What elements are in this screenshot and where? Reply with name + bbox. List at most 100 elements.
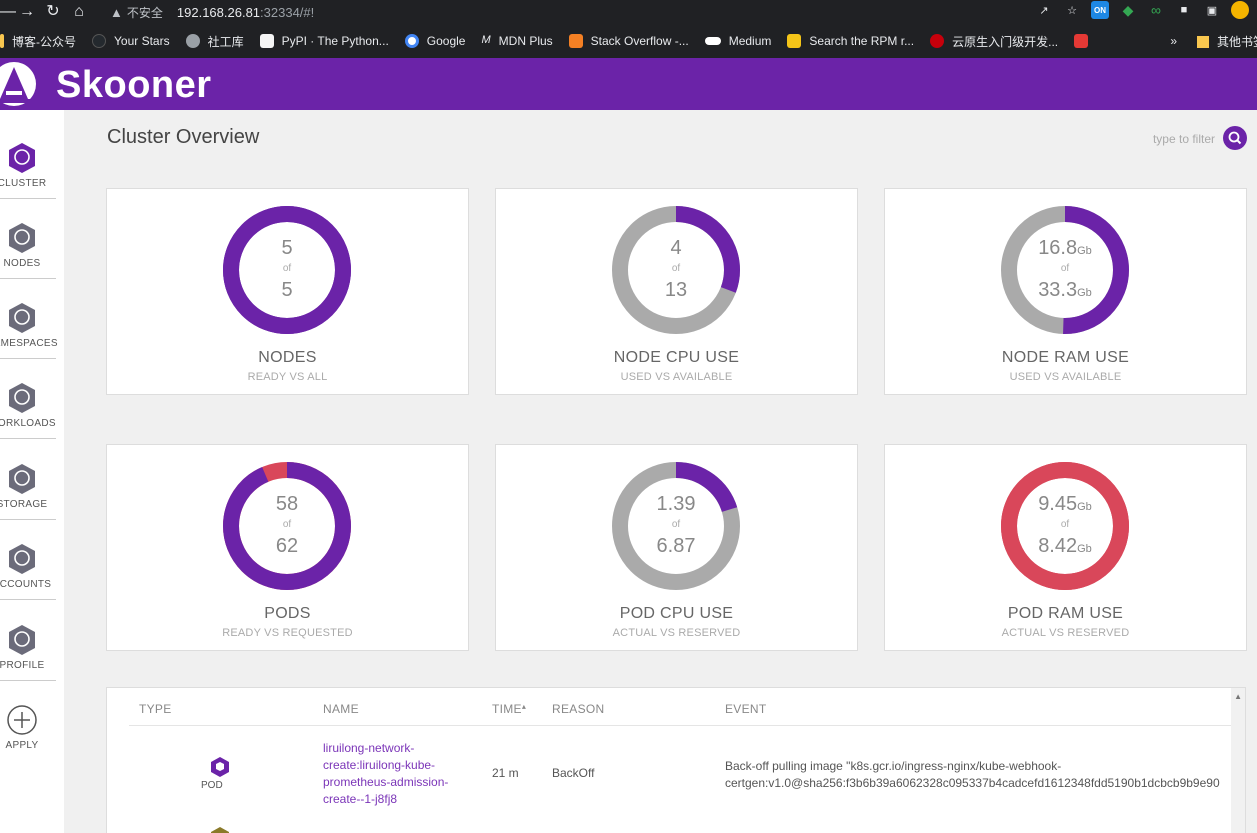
storage-icon bbox=[9, 464, 35, 494]
column-header-event[interactable]: EVENT bbox=[725, 702, 767, 716]
sidebar-item-namespaces[interactable]: NAMESPACES bbox=[0, 280, 60, 360]
bookmark-item[interactable]: 博客-公众号 bbox=[0, 33, 76, 50]
stat-card-pod-cpu-use: 1.39 of 6.87 POD CPU USE ACTUAL VS RESERVED bbox=[495, 444, 858, 651]
google-icon bbox=[404, 34, 419, 48]
main-content: Cluster Overview type to filter 5 of 5 NODE… bbox=[64, 110, 1257, 833]
scroll-up-arrow-icon[interactable]: ▲ bbox=[1234, 692, 1242, 701]
skooner-logo-icon bbox=[0, 62, 36, 106]
pod-icon bbox=[211, 757, 229, 777]
bookmark-item[interactable]: Your Stars bbox=[92, 34, 170, 48]
card-title: NODE CPU USE bbox=[613, 349, 740, 366]
sidebar-item-label: NODES bbox=[3, 258, 41, 269]
sidebar-divider bbox=[0, 358, 56, 359]
stat-card-pods: 58 of 62 PODS READY VS REQUESTED bbox=[106, 444, 469, 651]
other-bookmarks[interactable]: 其他书签 bbox=[1196, 33, 1257, 50]
bookmark-item[interactable] bbox=[1074, 34, 1096, 48]
star-icon[interactable]: ☆ bbox=[1063, 1, 1081, 19]
browser-chrome: — → ↻ ⌂ ▲ 不安全 192.168.26.81:32334/#! ↗ ☆… bbox=[0, 0, 1257, 58]
sidebar-item-apply[interactable]: APPLY bbox=[0, 682, 60, 762]
bookmark-item[interactable]: 云原生入门级开发... bbox=[930, 33, 1058, 50]
bookmark-item[interactable]: 社工库 bbox=[185, 33, 244, 50]
stat-card-node-ram-use: 16.8Gb of 33.3Gb NODE RAM USE USED VS AVAILA… bbox=[884, 188, 1247, 395]
sidebar-item-label: NAMESPACES bbox=[0, 338, 58, 349]
filter-input[interactable]: type to filter bbox=[1153, 132, 1215, 146]
sidebar-divider bbox=[0, 599, 56, 600]
sidebar-item-nodes[interactable]: NODES bbox=[0, 200, 60, 280]
donut-value: 4 bbox=[670, 237, 682, 259]
donut-center-text: 58 of 62 bbox=[222, 461, 352, 591]
event-object-link[interactable]: liruilong-network-create:liruilong-kube-… bbox=[323, 740, 473, 808]
reload-icon[interactable]: ↻ bbox=[40, 2, 66, 22]
extension-green-icon[interactable]: ◆ bbox=[1119, 1, 1137, 19]
sidebar-item-cluster[interactable]: CLUSTER bbox=[0, 120, 60, 200]
sidebar-item-label: APPLY bbox=[5, 740, 39, 751]
medium-icon bbox=[704, 37, 721, 45]
puzzle-icon[interactable]: ■ bbox=[1175, 1, 1193, 19]
profile-avatar-icon[interactable] bbox=[1231, 1, 1249, 19]
donut-value: 5 bbox=[281, 237, 293, 259]
app-name[interactable]: Skooner bbox=[56, 64, 212, 107]
events-table: TYPE NAME TIME▴ REASON EVENT POD liruilo… bbox=[106, 687, 1246, 833]
forward-arrow-icon[interactable]: → bbox=[14, 2, 40, 22]
column-header-type[interactable]: TYPE bbox=[139, 702, 172, 716]
plus-circle-icon bbox=[7, 705, 37, 735]
donut-total: 62 bbox=[275, 535, 299, 557]
bookmark-item[interactable]: M MDN Plus bbox=[481, 34, 552, 48]
deploy-icon bbox=[9, 383, 35, 413]
donut-of-label: of bbox=[1060, 519, 1070, 530]
donut-value: 58 bbox=[275, 493, 299, 515]
stackoverflow-icon bbox=[568, 34, 583, 48]
home-icon[interactable]: ⌂ bbox=[66, 2, 92, 22]
bookmark-icon bbox=[0, 34, 4, 48]
event-reason: BackOff bbox=[552, 766, 595, 780]
search-button[interactable] bbox=[1223, 126, 1247, 150]
column-header-reason[interactable]: REASON bbox=[552, 702, 604, 716]
node-icon bbox=[9, 223, 35, 253]
share-icon[interactable]: ↗ bbox=[1035, 1, 1053, 19]
donut-value: 1.39 bbox=[656, 493, 696, 515]
card-title: PODS bbox=[264, 605, 311, 622]
column-header-time[interactable]: TIME▴ bbox=[492, 702, 526, 716]
on-extension-icon[interactable]: ON bbox=[1091, 1, 1109, 19]
sidebar-divider bbox=[0, 278, 56, 279]
sidebar-item-label: ACCOUNTS bbox=[0, 579, 52, 590]
donut-total: 5 bbox=[281, 279, 293, 301]
sidebar-divider bbox=[0, 519, 56, 520]
card-subtitle: ACTUAL VS RESERVED bbox=[1001, 627, 1130, 639]
sidebar-item-storage[interactable]: STORAGE bbox=[0, 441, 60, 521]
address-row: — → ↻ ⌂ ▲ 不安全 192.168.26.81:32334/#! ↗ ☆… bbox=[0, 0, 1257, 24]
bookmark-item[interactable]: PyPI · The Python... bbox=[259, 34, 389, 48]
sidebar-item-label: STORAGE bbox=[0, 499, 48, 510]
donut-of-label: of bbox=[1060, 263, 1070, 274]
donut-of-label: of bbox=[671, 263, 681, 274]
pypi-icon bbox=[259, 34, 274, 48]
sidebar-item-label: WORKLOADS bbox=[0, 418, 56, 429]
header-divider bbox=[129, 725, 1231, 726]
sidebar-item-workloads[interactable]: WORKLOADS bbox=[0, 360, 60, 440]
back-arrow-icon[interactable]: — bbox=[0, 2, 16, 22]
sidebar: CLUSTER NODES NAMESPACES WORKLOADS STORAGE AC… bbox=[0, 110, 64, 833]
table-scrollbar[interactable]: ▲ bbox=[1231, 688, 1245, 833]
donut-center-text: 4 of 13 bbox=[611, 205, 741, 335]
sidebar-divider bbox=[0, 198, 56, 199]
extension-code-icon[interactable]: ∞ bbox=[1147, 1, 1165, 19]
security-warning[interactable]: ▲ 不安全 bbox=[110, 4, 163, 21]
sidebar-item-accounts[interactable]: ACCOUNTS bbox=[0, 521, 60, 601]
sidebar-divider bbox=[0, 438, 56, 439]
donut-center-text: 9.45Gb of 8.42Gb bbox=[1000, 461, 1130, 591]
bookmarks-overflow-button[interactable]: » bbox=[1170, 34, 1177, 48]
donut-value: 16.8Gb bbox=[1038, 237, 1092, 259]
donut-total: 13 bbox=[664, 279, 688, 301]
bookmark-item[interactable]: Google bbox=[404, 34, 465, 48]
sidebar-item-profile[interactable]: PROFILE bbox=[0, 602, 60, 682]
column-header-name[interactable]: NAME bbox=[323, 702, 359, 716]
bookmark-item[interactable]: Stack Overflow -... bbox=[568, 34, 689, 48]
namespace-icon bbox=[9, 303, 35, 333]
url-bar[interactable]: 192.168.26.81:32334/#! bbox=[177, 5, 314, 20]
sidebar-toggle-icon[interactable]: ▣ bbox=[1203, 1, 1221, 19]
bookmark-item[interactable]: Search the RPM r... bbox=[787, 34, 914, 48]
linux-icon bbox=[787, 34, 802, 48]
donut-of-label: of bbox=[282, 263, 292, 274]
bookmark-item[interactable]: Medium bbox=[704, 34, 771, 48]
stat-card-pod-ram-use: 9.45Gb of 8.42Gb POD RAM USE ACTUAL VS RESER… bbox=[884, 444, 1247, 651]
